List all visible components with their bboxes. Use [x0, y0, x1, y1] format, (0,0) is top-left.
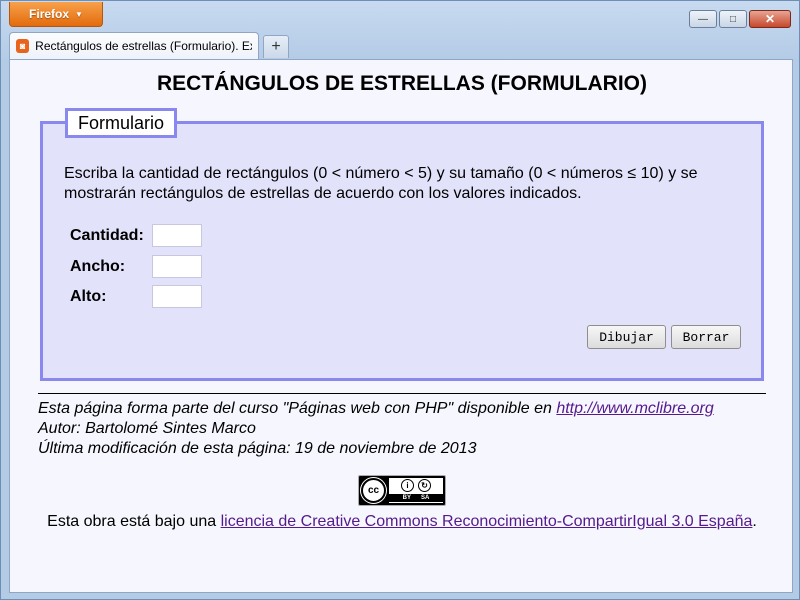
alto-input[interactable]	[152, 285, 202, 308]
author-line: Autor: Bartolomé Sintes Marco	[38, 420, 256, 437]
minimize-button[interactable]: —	[689, 10, 717, 28]
form-row-alto: Alto:	[70, 285, 202, 308]
form-row-cantidad: Cantidad:	[70, 224, 202, 247]
draw-button[interactable]: Dibujar	[587, 325, 666, 349]
maximize-button[interactable]: □	[719, 10, 747, 28]
browser-window: Firefox ▼ — □ ✕ ◙ Rectángulos de estrell…	[0, 0, 800, 600]
cantidad-label: Cantidad:	[70, 226, 144, 244]
ancho-input[interactable]	[152, 255, 202, 278]
chevron-down-icon: ▼	[75, 9, 83, 19]
window-controls: — □ ✕	[689, 10, 791, 28]
cc-license-badge[interactable]: cc i ↻ BY SA	[358, 475, 446, 506]
fieldset-legend: Formulario	[65, 108, 178, 138]
firefox-page-icon: ◙	[16, 39, 30, 53]
tab-active[interactable]: ◙ Rectángulos de estrellas (Formulario).…	[9, 32, 259, 59]
tab-strip: ◙ Rectángulos de estrellas (Formulario).…	[9, 32, 793, 59]
course-link[interactable]: http://www.mclibre.org	[556, 400, 713, 417]
close-button[interactable]: ✕	[749, 10, 791, 28]
form-row-ancho: Ancho:	[70, 255, 202, 278]
alto-label: Alto:	[70, 287, 107, 305]
page-viewport: RECTÁNGULOS DE ESTRELLAS (FORMULARIO) Fo…	[9, 59, 793, 593]
tab-title: Rectángulos de estrellas (Formulario). E…	[35, 39, 252, 53]
close-icon: ✕	[764, 12, 776, 26]
form-instructions: Escriba la cantidad de rectángulos (0 < …	[64, 165, 698, 202]
page-title: RECTÁNGULOS DE ESTRELLAS (FORMULARIO)	[157, 72, 647, 95]
last-modified-line: Última modificación de esta página: 19 d…	[38, 440, 477, 457]
minimize-icon: —	[698, 13, 708, 25]
maximize-icon: □	[729, 13, 737, 25]
license-line: Esta obra está bajo una licencia de Crea…	[10, 513, 792, 531]
course-info: Esta página forma parte del curso "Págin…	[38, 400, 714, 418]
license-prefix: Esta obra está bajo una	[47, 513, 221, 530]
share-alike-icon: ↻	[418, 479, 431, 492]
firefox-menu-button[interactable]: Firefox ▼	[9, 2, 103, 27]
clear-button[interactable]: Borrar	[671, 325, 741, 349]
plus-icon: +	[271, 38, 281, 55]
footer-divider	[38, 393, 766, 394]
firefox-menu-label: Firefox	[29, 7, 70, 21]
cc-icon: cc	[361, 478, 386, 503]
license-link[interactable]: licencia de Creative Commons Reconocimie…	[221, 513, 753, 530]
ancho-label: Ancho:	[70, 257, 126, 275]
cantidad-input[interactable]	[152, 224, 202, 247]
form-fieldset: Formulario Escriba la cantidad de rectán…	[40, 108, 764, 381]
license-suffix: .	[752, 513, 757, 530]
new-tab-button[interactable]: +	[263, 35, 289, 58]
cc-sa-label: SA	[421, 495, 430, 501]
course-text: Esta página forma parte del curso "Págin…	[38, 400, 557, 417]
attribution-icon: i	[401, 479, 414, 492]
cc-by-label: BY	[402, 495, 411, 501]
